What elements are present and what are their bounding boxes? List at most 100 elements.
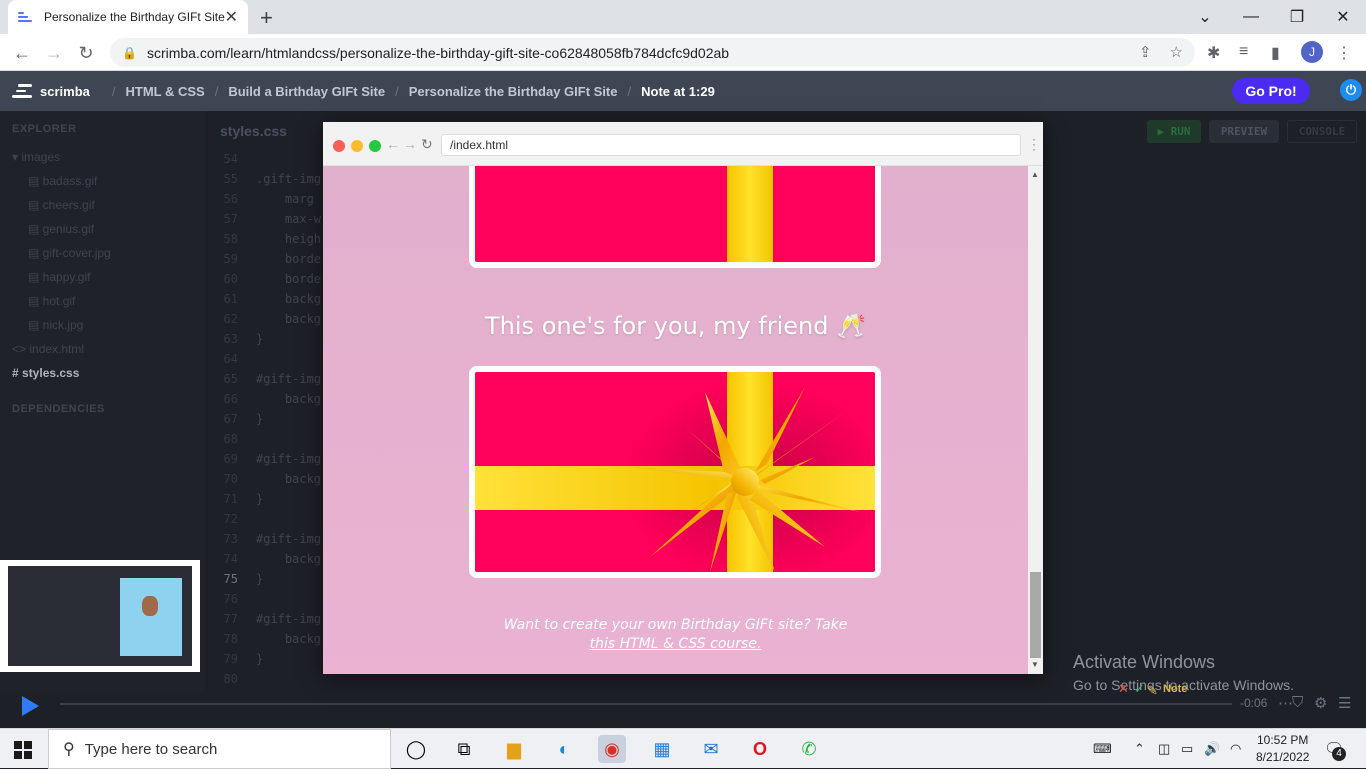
preview-url-field[interactable]: /index.html <box>441 134 1021 156</box>
chrome-menu-icon[interactable]: ⋮ <box>1336 43 1352 63</box>
tray-chevron-up-icon[interactable]: ⌃ <box>1134 741 1145 757</box>
dependencies-heading: DEPENDENCIES <box>12 403 105 415</box>
browser-tab-strip: Personalize the Birthday GIFt Site ✕ + ⌄… <box>0 0 1366 34</box>
close-note-icon[interactable]: ✕ <box>1118 681 1129 697</box>
tab-search-chevron-down-icon[interactable]: ⌄ <box>1182 0 1228 34</box>
file-label: styles.css <box>22 366 80 380</box>
run-button[interactable]: ▶ RUN <box>1147 120 1201 143</box>
edge-icon[interactable]: ◐ <box>550 735 578 763</box>
whatsapp-icon[interactable]: ✆ <box>795 735 823 763</box>
line-text: } <box>256 412 264 426</box>
scrimba-logo[interactable]: scrimba <box>12 84 90 99</box>
gift-image-top[interactable] <box>469 166 881 268</box>
preview-window: ← → ↻ /index.html ⋮ This one's for you, … <box>323 122 1043 674</box>
profile-avatar[interactable]: J <box>1301 41 1323 63</box>
task-view-icon[interactable]: ⧉ <box>450 735 478 763</box>
clock-date: 8/21/2022 <box>1256 750 1310 764</box>
file-item[interactable]: ▤ genius.gif <box>12 217 193 241</box>
battery-tray-icon[interactable]: ▭ <box>1181 741 1193 757</box>
file-item[interactable]: ▤ badass.gif <box>12 169 193 193</box>
meet-tray-icon[interactable]: ◫ <box>1158 741 1170 757</box>
mail-icon[interactable]: ✉ <box>697 735 725 763</box>
opera-icon[interactable]: O <box>746 735 774 763</box>
console-button[interactable]: CONSOLE <box>1287 120 1357 143</box>
settings-gear-icon[interactable]: ⚙ <box>1314 694 1327 712</box>
menu-icon[interactable]: ☰ <box>1338 694 1351 712</box>
minimize-icon[interactable]: — <box>1228 0 1274 34</box>
new-tab-icon[interactable]: + <box>260 5 273 31</box>
line-number: 68 <box>223 432 238 446</box>
file-label: genius.gif <box>42 222 95 236</box>
taskbar-search[interactable]: ⚲ Type here to search <box>48 729 391 769</box>
play-icon[interactable] <box>22 696 39 716</box>
taskbar-clock[interactable]: 10:52 PM 8/21/2022 <box>1256 732 1309 766</box>
notification-count: 4 <box>1332 747 1346 761</box>
tab-close-icon[interactable]: ✕ <box>225 7 238 27</box>
file-item[interactable]: ▤ nick.jpg <box>12 313 193 337</box>
back-arrow-icon[interactable]: ← <box>9 40 35 66</box>
editor-filename-tab[interactable]: styles.css <box>220 123 287 139</box>
forward-arrow-icon[interactable]: → <box>41 40 67 66</box>
preview-back-icon[interactable]: ← <box>386 136 400 152</box>
go-pro-button[interactable]: Go Pro! <box>1232 78 1310 104</box>
side-panel-icon[interactable]: ▮ <box>1271 43 1280 63</box>
windows-start-icon[interactable] <box>14 741 32 759</box>
scroll-up-icon[interactable]: ▲ <box>1031 170 1039 179</box>
file-item[interactable]: ▤ hot.gif <box>12 289 193 313</box>
player-bar: ✕ ✓ ✎ Note -0:06 ⋯ ⛉ ⚙ ☰ <box>0 681 1366 728</box>
address-bar[interactable]: 🔒 scrimba.com/learn/htmlandcss/personali… <box>110 38 1195 67</box>
folder-images[interactable]: ▾ images <box>12 145 193 169</box>
note-marker[interactable]: Note <box>1163 683 1187 695</box>
file-explorer-icon[interactable]: ▆ <box>500 735 528 763</box>
scroll-thumb[interactable] <box>1030 572 1041 658</box>
scroll-down-icon[interactable]: ▼ <box>1031 660 1039 669</box>
preview-button[interactable]: PREVIEW <box>1209 120 1279 143</box>
breadcrumb-separator: / <box>111 83 116 99</box>
cortana-icon[interactable]: ◯ <box>402 735 430 763</box>
page-heading: This one's for you, my friend 🥂 <box>485 312 866 340</box>
progress-track[interactable] <box>60 703 1232 705</box>
lock-icon: 🔒 <box>122 45 137 60</box>
maximize-dot-icon[interactable] <box>369 140 381 152</box>
wifi-tray-icon[interactable]: ◠ <box>1230 741 1241 757</box>
breadcrumb-module[interactable]: Build a Birthday GIFt Site <box>228 84 385 99</box>
breadcrumb-lesson[interactable]: Personalize the Birthday GIFt Site <box>409 84 618 99</box>
line-number: 71 <box>223 492 238 506</box>
media-queue-icon[interactable]: ≡ <box>1239 43 1248 61</box>
restore-icon[interactable]: ❐ <box>1274 0 1320 34</box>
browser-tab[interactable]: Personalize the Birthday GIFt Site ✕ <box>8 0 248 34</box>
file-item[interactable]: ▤ cheers.gif <box>12 193 193 217</box>
breadcrumb-course[interactable]: HTML & CSS <box>126 84 205 99</box>
video-thumbnail[interactable] <box>0 560 200 672</box>
course-link[interactable]: this HTML & CSS course. <box>590 636 762 652</box>
reload-icon[interactable]: ↻ <box>73 40 99 66</box>
thumbnail-screen <box>8 566 192 666</box>
bookmark-star-icon[interactable]: ☆ <box>1170 43 1183 61</box>
notification-icon[interactable]: 🗨4 <box>1324 739 1346 761</box>
store-icon[interactable]: ▦ <box>648 735 676 763</box>
preview-forward-icon[interactable]: → <box>403 136 417 152</box>
close-dot-icon[interactable] <box>333 140 345 152</box>
file-item[interactable]: ▤ gift-cover.jpg <box>12 241 193 265</box>
preview-reload-icon[interactable]: ↻ <box>421 136 433 153</box>
file-item[interactable]: ▤ happy.gif <box>12 265 193 289</box>
extensions-puzzle-icon[interactable]: ✱ <box>1207 43 1220 63</box>
chrome-icon[interactable]: ◉ <box>598 735 626 763</box>
line-number: 70 <box>223 472 238 486</box>
volume-tray-icon[interactable]: 🔊 <box>1204 741 1220 757</box>
file-item-styles[interactable]: # styles.css <box>12 361 193 385</box>
keyboard-tray-icon[interactable]: ⌨ <box>1093 741 1112 757</box>
line-number: 80 <box>223 672 238 686</box>
gift-image-cheers[interactable] <box>469 366 881 578</box>
more-dots-icon[interactable]: ⋯ <box>1278 694 1293 712</box>
window-close-icon[interactable]: ✕ <box>1320 0 1366 34</box>
line-number: 66 <box>223 392 238 406</box>
power-icon[interactable]: ⏻ <box>1340 79 1362 101</box>
check-note-icon[interactable]: ✓ <box>1134 681 1145 697</box>
minimize-dot-icon[interactable] <box>351 140 363 152</box>
share-icon[interactable]: ⇪ <box>1139 43 1152 61</box>
file-item-index[interactable]: <> index.html <box>12 337 193 361</box>
bookmark-icon[interactable]: ⛉ <box>1292 694 1303 711</box>
preview-menu-icon[interactable]: ⋮ <box>1027 136 1041 153</box>
preview-scrollbar[interactable]: ▲ ▼ <box>1028 166 1043 674</box>
